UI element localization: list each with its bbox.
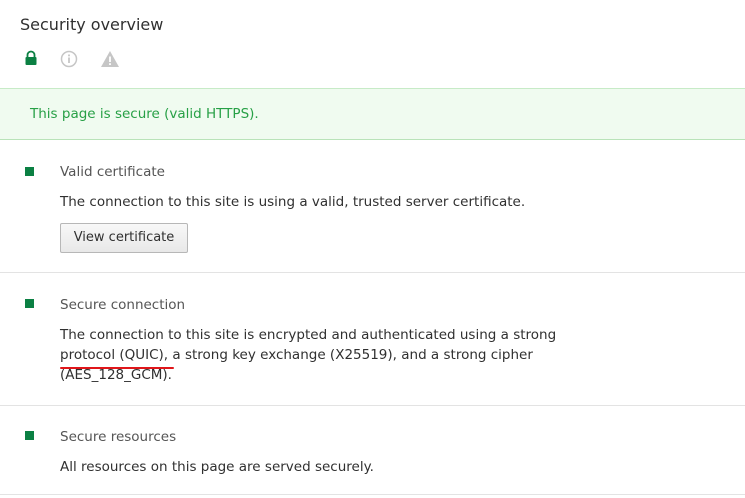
section-title-connection: Secure connection: [60, 297, 186, 313]
section-divider: [0, 494, 745, 495]
security-filter-icons: [20, 50, 130, 72]
secure-status-square-icon: [25, 431, 34, 440]
security-summary-banner: This page is secure (valid HTTPS).: [0, 88, 745, 140]
section-divider: [0, 405, 745, 406]
section-body-line: protocol (QUIC), a strong key exchange (…: [60, 347, 533, 363]
section-body-line: All resources on this page are served se…: [60, 459, 374, 475]
section-body-line: The connection to this site is using a v…: [60, 194, 526, 210]
security-summary-text: This page is secure (valid HTTPS).: [30, 106, 259, 122]
view-certificate-button[interactable]: View certificate: [60, 223, 188, 253]
section-body-line: The connection to this site is encrypted…: [60, 327, 557, 343]
section-title-resources: Secure resources: [60, 429, 177, 445]
red-annotation-underline: [60, 367, 174, 369]
section-body-resources: All resources on this page are served se…: [60, 457, 374, 477]
panel-title: Security overview: [20, 15, 164, 34]
section-body-connection: The connection to this site is encrypted…: [60, 325, 556, 385]
warning-icon[interactable]: [100, 50, 120, 70]
security-panel: Security overview This page is secure (v…: [0, 0, 745, 498]
info-icon[interactable]: [60, 50, 80, 70]
secure-status-square-icon: [25, 167, 34, 176]
secure-status-square-icon: [25, 299, 34, 308]
section-body-certificate: The connection to this site is using a v…: [60, 192, 525, 212]
lock-icon[interactable]: [24, 50, 44, 70]
section-divider: [0, 272, 745, 273]
section-title-certificate: Valid certificate: [60, 164, 165, 180]
